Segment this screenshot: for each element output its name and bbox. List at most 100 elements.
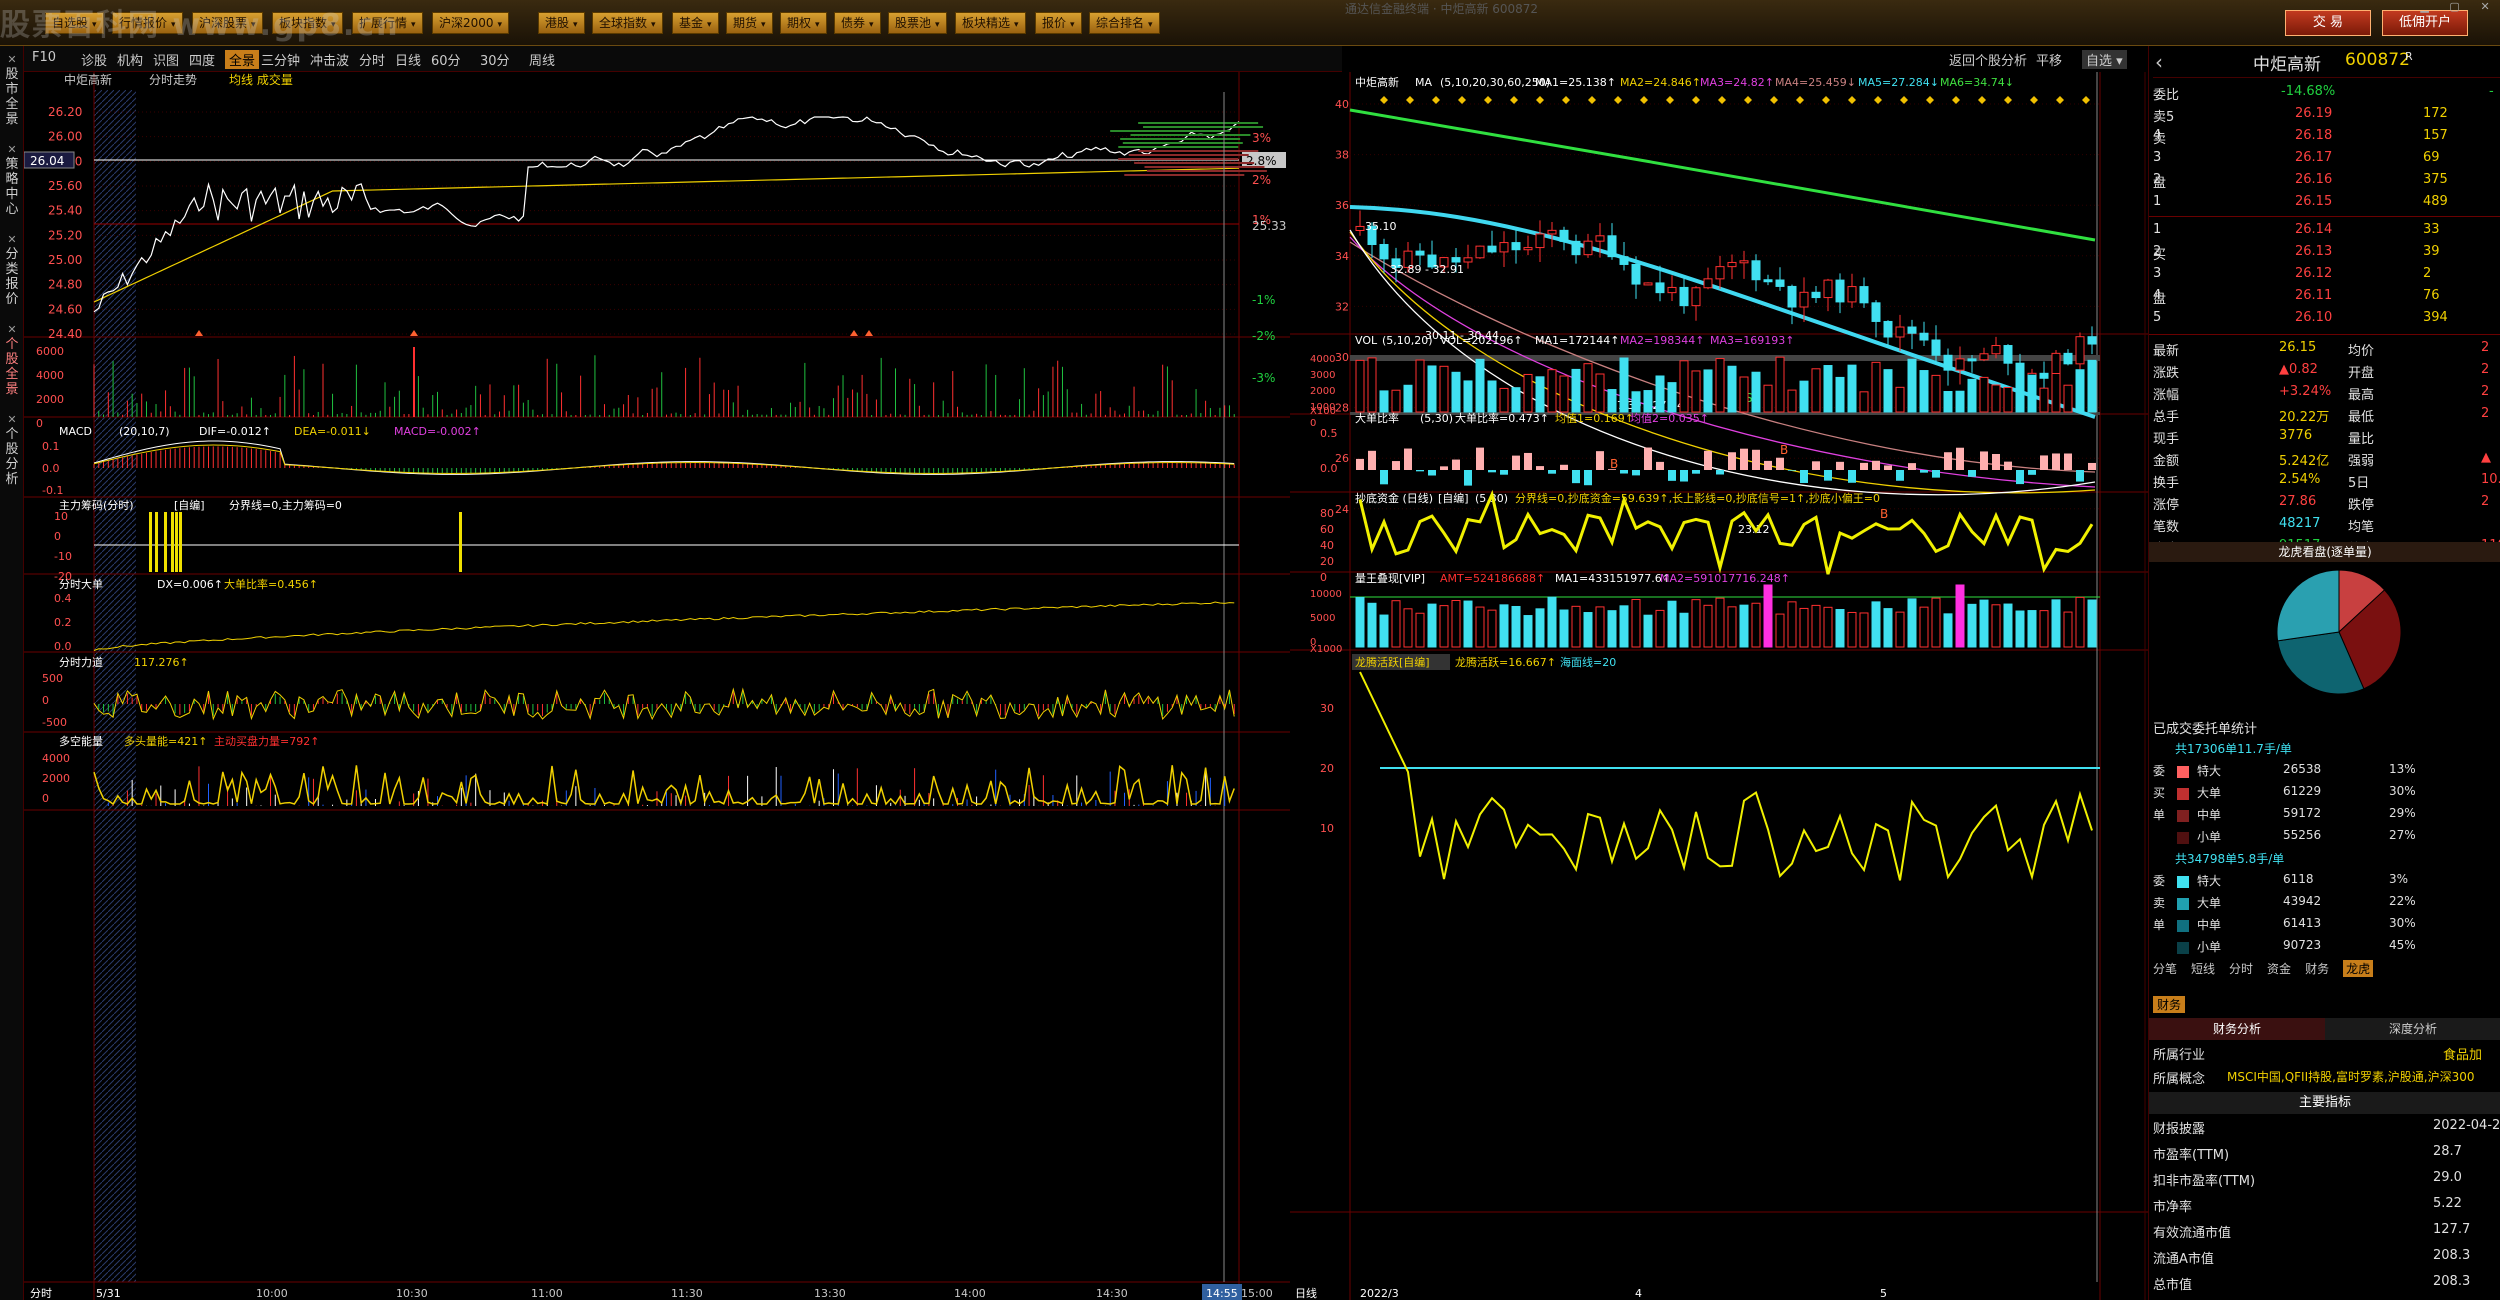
macd-dea-line	[93, 444, 1235, 474]
ask-row: 1 26.15 489	[2153, 194, 2500, 216]
order-pct: 3%	[2389, 872, 2409, 886]
left-tab[interactable]: ✕ 个股分析	[2, 412, 22, 487]
top-menu-item[interactable]: 沪深2000	[432, 12, 510, 34]
bottom-tab[interactable]: 短线	[2191, 960, 2215, 977]
bottom-tab[interactable]: 财务	[2305, 960, 2329, 977]
top-menu-item[interactable]: 全球指数	[592, 12, 663, 34]
stat-row: 总手 20.22万 最低 2	[2153, 406, 2500, 428]
close-icon[interactable]: ✕	[2, 142, 22, 157]
toolbar-item[interactable]: 识图	[153, 50, 179, 69]
bottom-tab[interactable]: 分时	[2229, 960, 2253, 977]
watchlist-dropdown[interactable]: 自选 ▾	[2082, 50, 2127, 69]
finance-subtab[interactable]: 财务分析	[2149, 1018, 2325, 1040]
left-tab[interactable]: ✕ 个股全景	[2, 322, 22, 397]
candle-body	[1475, 245, 1485, 259]
mainforce-bar	[155, 512, 158, 572]
top-menu-item[interactable]: 期权	[780, 12, 827, 34]
top-menu-item[interactable]: 报价	[1035, 12, 1082, 34]
toolbar-item[interactable]: 诊股	[81, 50, 107, 69]
vol-bar	[1595, 373, 1605, 413]
back-to-analysis-link[interactable]: 返回个股分析	[1949, 50, 2027, 69]
top-menu-item[interactable]: 期货	[726, 12, 773, 34]
candle-body	[1583, 240, 1593, 256]
vol-bar	[1535, 376, 1545, 413]
bottom-tab[interactable]: 分笔	[2153, 960, 2177, 977]
minimize-icon[interactable]: ▁	[2420, 0, 2428, 13]
bigratio-bar	[1584, 470, 1592, 486]
bigorder-line	[93, 601, 1235, 651]
vol-bar	[1739, 376, 1749, 413]
open-account-button[interactable]: 低佣开户	[2382, 10, 2468, 36]
stat-value: ▲0.82	[2279, 362, 2318, 377]
mainforce-bar	[179, 512, 182, 572]
candle-body	[1859, 286, 1869, 304]
top-menu-item[interactable]: 板块精选	[955, 12, 1026, 34]
toolbar-item[interactable]: 分时	[359, 50, 385, 69]
bigratio-bar	[1668, 470, 1676, 481]
event-marker	[1640, 96, 1648, 104]
close-icon[interactable]: ✕	[2480, 0, 2489, 13]
toolbar-item[interactable]: 周线	[529, 50, 555, 69]
toolbar-item[interactable]: 机构	[117, 50, 143, 69]
marker-hidden: 14:55	[199, 339, 202, 341]
event-marker	[1926, 96, 1934, 104]
finance-subtab[interactable]: 深度分析	[2325, 1018, 2500, 1040]
toolbar-item[interactable]: 60分	[431, 50, 461, 69]
candle-body	[1727, 261, 1737, 268]
stat-key: 跌停	[2348, 498, 2375, 513]
toolbar-item[interactable]: 冲击波	[310, 50, 349, 69]
finance-subtabs: 财务分析 深度分析	[2149, 1018, 2500, 1040]
bottom-tab[interactable]: 龙虎	[2343, 960, 2374, 977]
close-icon[interactable]: ✕	[2, 322, 22, 337]
intraday-chart-area[interactable]: 中炬高新分时走势均线 成交量26.2026.0025.8025.6025.402…	[24, 72, 1290, 1300]
signal-label: B	[1610, 457, 1618, 471]
mainforce-bar	[149, 512, 152, 572]
top-menu-item[interactable]: 综合排名	[1089, 12, 1160, 34]
top-menu-item[interactable]: 基金	[672, 12, 719, 34]
stat-row: 金额 5.242亿 强弱 ▲	[2153, 450, 2500, 472]
vol-bar	[1367, 357, 1377, 413]
macd-tick: -0.1	[42, 484, 63, 497]
toolbar-item[interactable]: 日线	[395, 50, 421, 69]
mainforce-tick: 10	[54, 510, 68, 523]
candle-body	[1967, 358, 1977, 362]
stat-key: 均价	[2348, 344, 2375, 359]
indicator-key: 市盈率(TTM)	[2153, 1148, 2230, 1163]
close-icon[interactable]: ✕	[2, 52, 22, 67]
toolbar-item[interactable]: 全景	[225, 50, 260, 69]
toolbar-item[interactable]: F10	[32, 50, 56, 65]
left-tab[interactable]: ✕ 策略中心	[2, 142, 22, 217]
depth-bar	[1130, 134, 1251, 136]
depth-bar	[1138, 122, 1259, 124]
trade-button[interactable]: 交 易	[2285, 10, 2371, 36]
pan-button[interactable]: 平移	[2036, 50, 2062, 69]
left-tab[interactable]: ✕ 分类报价	[2, 232, 22, 307]
close-icon[interactable]: ✕	[2, 232, 22, 247]
chart-label: 分时走势	[149, 73, 197, 87]
toolbar-item[interactable]: 30分	[480, 50, 510, 69]
top-menu-item[interactable]: 债券	[834, 12, 881, 34]
top-menu-item[interactable]: 港股	[538, 12, 585, 34]
price-tick: 38	[1335, 149, 1349, 162]
toolbar-item[interactable]: 三分钟	[261, 50, 300, 69]
vol-bar	[1487, 380, 1497, 413]
candle-body	[1451, 257, 1461, 263]
top-menu-item[interactable]: 股票池	[888, 12, 947, 34]
back-icon[interactable]: ‹	[2155, 50, 2163, 74]
candle-body	[2003, 345, 2013, 364]
ask-price: 26.17	[2295, 150, 2333, 165]
volking-bar	[1919, 606, 1929, 648]
left-tab-label: 个股全景	[5, 337, 19, 397]
bigratio-tick: 0.5	[1320, 427, 1338, 440]
close-icon[interactable]: ✕	[2, 412, 22, 427]
volking-bar	[1943, 613, 1953, 648]
bottom-tab[interactable]: 资金	[2267, 960, 2291, 977]
toolbar-item[interactable]: 四度	[189, 50, 215, 69]
bigratio-bar	[1644, 447, 1652, 470]
left-tab[interactable]: ✕ 股市全景	[2, 52, 22, 127]
kline-chart-area[interactable]: 中炬高新 MA (5,10,20,30,60,250)MA1=25.138↑ MA2=…	[1290, 72, 2148, 1300]
ls-b: 主动买盘力量=792↑	[214, 734, 319, 748]
maximize-icon[interactable]: ▢	[2449, 0, 2459, 13]
indicator-key: 市净率	[2153, 1200, 2193, 1215]
macd-value: MACD=-0.002↑	[394, 425, 481, 438]
